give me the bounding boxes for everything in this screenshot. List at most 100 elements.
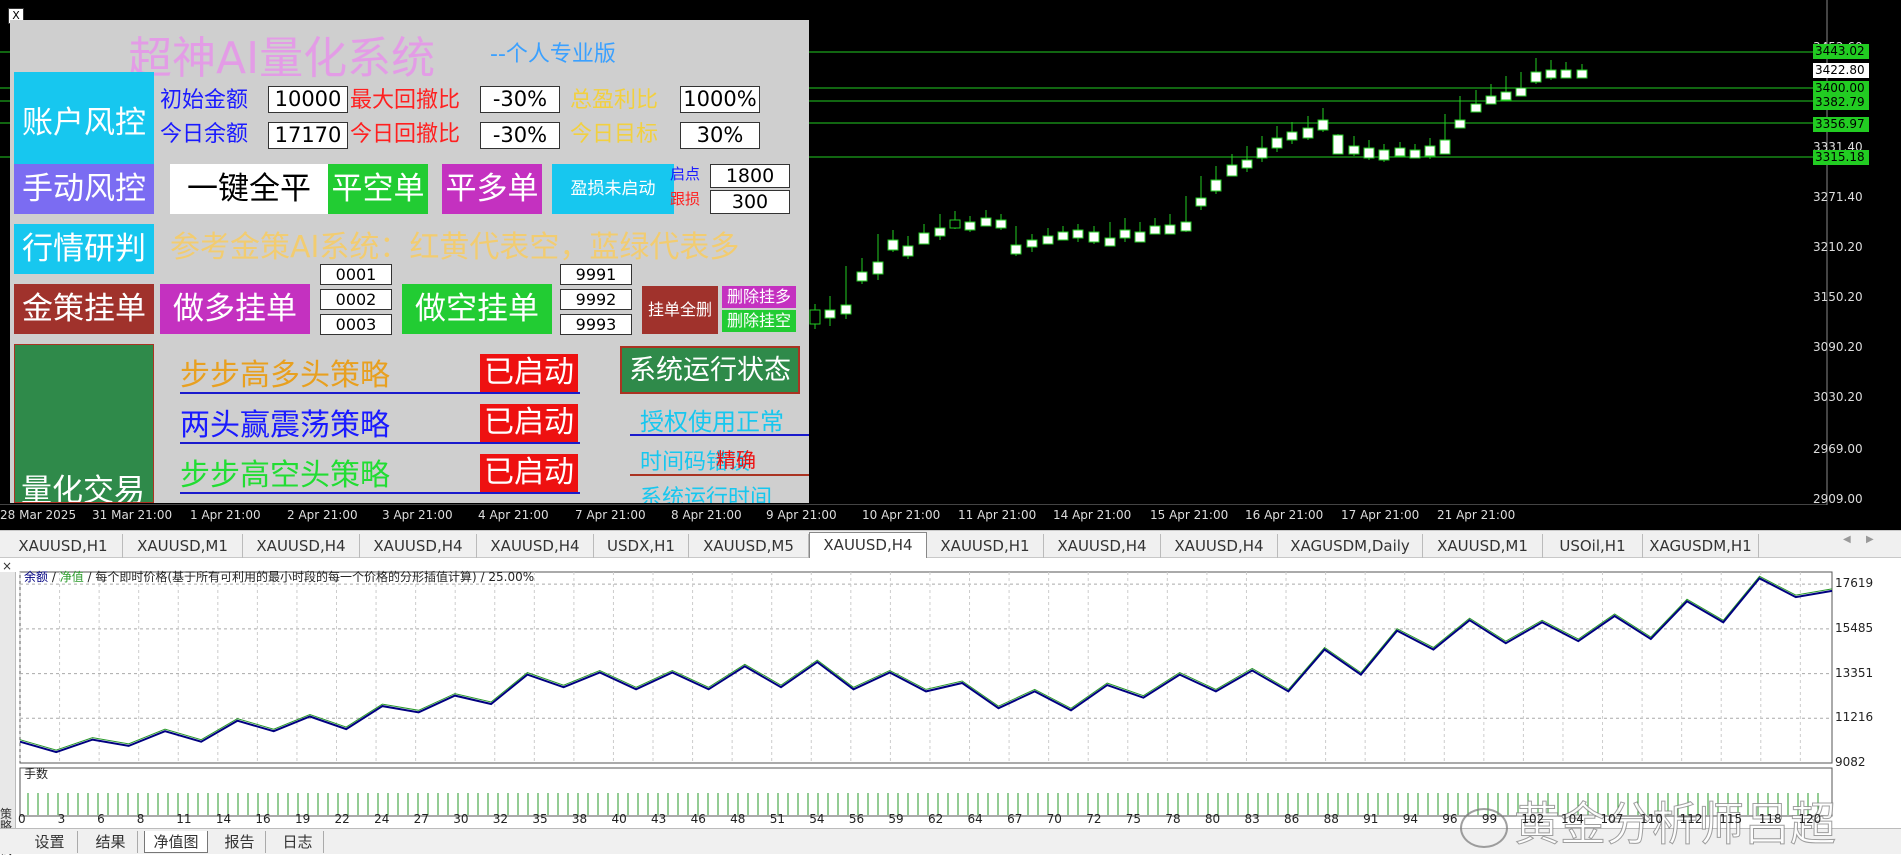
candle-body: [1119, 229, 1131, 239]
chart-tab[interactable]: XAUUSD,H4: [1044, 534, 1161, 558]
equity-x-tick: 96: [1442, 812, 1458, 826]
equity-y-tick: 13351: [1835, 665, 1874, 680]
tester-tab[interactable]: 净值图: [144, 831, 208, 853]
today-drawdown-field[interactable]: -30%: [480, 122, 560, 149]
today-balance-field[interactable]: 17170: [268, 122, 348, 149]
equity-x-tick: 35: [532, 812, 548, 826]
date-tick: 11 Apr 21:00: [958, 508, 1037, 522]
price-tick: 2969.00: [1813, 442, 1863, 456]
price-tick: 3210.20: [1813, 240, 1863, 254]
run-time-text: 系统运行时间: [640, 486, 773, 503]
equity-x-tick: 112: [1679, 812, 1703, 826]
time-code-badge: 精确: [716, 448, 756, 472]
candle-body: [1104, 237, 1116, 247]
system-status-button[interactable]: 系统运行状态: [620, 346, 800, 394]
chart-tab[interactable]: XAUUSD,H1: [4, 534, 123, 558]
chart-tab[interactable]: XAGUSDM,Daily: [1278, 534, 1423, 558]
price-level-badge: 3443.02: [1813, 44, 1869, 59]
date-tick: 8 Apr 21:00: [671, 508, 742, 522]
candle-body: [1363, 147, 1375, 159]
delete-all-orders-button[interactable]: 挂单全删: [642, 286, 718, 334]
equity-x-tick: 67: [1007, 812, 1023, 826]
section-account-risk: 账户风控: [14, 72, 154, 174]
buy-orders-button[interactable]: 做多挂单: [160, 284, 310, 334]
tester-tab[interactable]: 报告: [214, 831, 266, 853]
chart-tab[interactable]: XAUUSD,H4: [360, 534, 477, 558]
section-quant-trading-label: 量化交易: [21, 473, 145, 503]
price-tick: 3150.20: [1813, 290, 1863, 304]
equity-x-tick: 3: [57, 812, 66, 826]
tab-scroll-left-icon[interactable]: ◀: [1843, 534, 1851, 545]
equity-plot-frame: [19, 571, 1833, 764]
candle-body: [1576, 69, 1588, 79]
candle-body: [1210, 179, 1222, 192]
equity-x-tick: 30: [453, 812, 469, 826]
chart-tab[interactable]: XAUUSD,H1: [927, 534, 1044, 558]
max-drawdown-field[interactable]: -30%: [480, 86, 560, 113]
start-point-field[interactable]: 1800: [710, 164, 790, 188]
stop-loss-status-button[interactable]: 盈损未启动: [552, 164, 674, 214]
section-manual-risk: 手动风控: [14, 164, 154, 214]
sell-order-id-1[interactable]: 9991: [560, 264, 632, 285]
delete-sell-orders-button[interactable]: 删除挂空: [722, 310, 796, 332]
sell-order-id-3[interactable]: 9993: [560, 314, 632, 335]
equity-x-tick: 70: [1046, 812, 1062, 826]
chart-tab[interactable]: XAUUSD,M1: [123, 534, 243, 558]
price-tick: 2909.00: [1813, 492, 1863, 506]
buy-order-id-3[interactable]: 0003: [320, 314, 392, 335]
panel-title: 超神AI量化系统: [128, 33, 436, 84]
lots-label: 手数: [24, 767, 49, 781]
equity-x-tick: 88: [1323, 812, 1339, 826]
candle-body: [1317, 119, 1329, 131]
candle-body: [840, 304, 852, 315]
tab-scroll-right-icon[interactable]: ▶: [1866, 534, 1874, 545]
equity-x-tick: 51: [769, 812, 785, 826]
equity-x-tick: 19: [294, 812, 311, 826]
close-long-button[interactable]: 平多单: [442, 164, 542, 214]
sell-order-id-2[interactable]: 9992: [560, 289, 632, 310]
equity-x-tick: 78: [1165, 812, 1181, 826]
candle-body: [1515, 87, 1527, 97]
chart-tab[interactable]: XAUUSD,H4: [477, 534, 594, 558]
chart-tab[interactable]: XAUUSD,M1: [1423, 534, 1543, 558]
equity-y-tick: 17619: [1835, 576, 1874, 591]
today-target-field[interactable]: 30%: [680, 122, 760, 149]
candle-body: [1454, 119, 1466, 129]
equity-x-tick: 102: [1521, 812, 1545, 826]
initial-amount-field[interactable]: 10000: [268, 86, 348, 113]
price-tick: 3090.20: [1813, 340, 1863, 354]
equity-x-tick: 75: [1125, 812, 1142, 826]
tab-scroll-left-glyph: ◀: [1843, 534, 1851, 545]
tester-tab[interactable]: 结果: [84, 831, 138, 853]
chart-tab[interactable]: USOil,H1: [1543, 534, 1643, 558]
price-tick: 3271.40: [1813, 190, 1863, 204]
candle-body: [872, 261, 884, 275]
close-all-button[interactable]: 一键全平: [170, 164, 328, 214]
candle-body: [1195, 197, 1207, 207]
buy-order-id-2[interactable]: 0002: [320, 289, 392, 310]
strategy-2-status[interactable]: 已启动: [480, 404, 578, 442]
price-chart[interactable]: X 超神AI量化系统 --个人专业版 账户风控 初始金额 10000 最大回撤比…: [0, 0, 1901, 530]
candle-body: [809, 309, 821, 325]
tester-tab[interactable]: 日志: [272, 831, 324, 853]
delete-buy-orders-button[interactable]: 删除挂多: [722, 286, 796, 308]
buy-order-id-1[interactable]: 0001: [320, 264, 392, 285]
trail-stop-field[interactable]: 300: [710, 190, 790, 214]
legend-balance: 余额: [24, 570, 49, 584]
total-profit-field[interactable]: 1000%: [680, 86, 760, 113]
date-tick: 4 Apr 21:00: [478, 508, 549, 522]
chart-tab[interactable]: XAUUSD,H4: [1161, 534, 1278, 558]
strategy-3-status[interactable]: 已启动: [480, 454, 578, 492]
chart-tab[interactable]: XAGUSDM,H1: [1643, 534, 1759, 558]
strategy-1-status[interactable]: 已启动: [480, 354, 578, 392]
equity-x-tick: 16: [255, 812, 271, 826]
close-short-button[interactable]: 平空单: [328, 164, 428, 214]
equity-x-tick: 118: [1758, 812, 1782, 826]
trail-stop-label: 跟损: [670, 190, 701, 208]
chart-tab[interactable]: XAUUSD,H4: [809, 532, 927, 559]
tester-tab[interactable]: 设置: [22, 831, 78, 853]
chart-tab[interactable]: XAUUSD,H4: [243, 534, 360, 558]
chart-tab[interactable]: XAUUSD,M5: [689, 534, 809, 558]
sell-orders-button[interactable]: 做空挂单: [402, 284, 552, 334]
chart-tab[interactable]: USDX,H1: [594, 534, 689, 558]
